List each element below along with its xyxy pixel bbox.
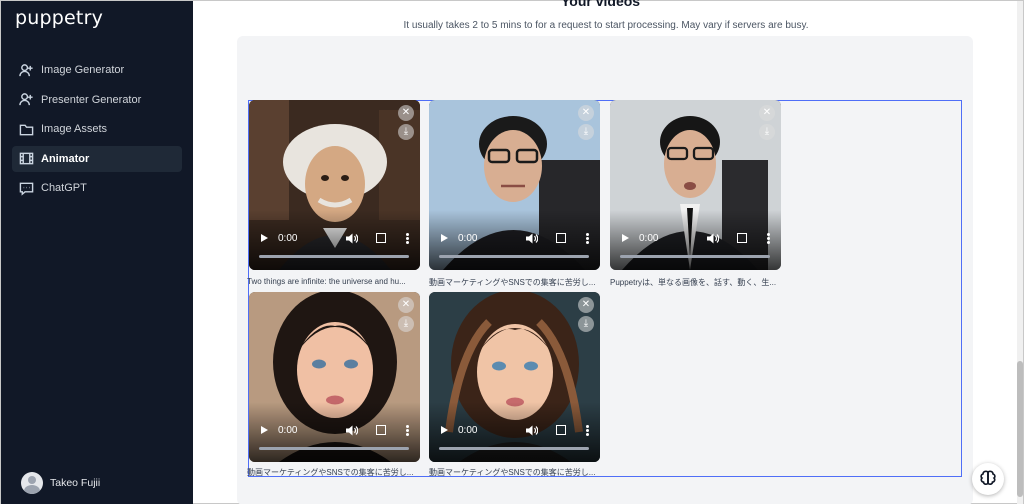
- video-time: 0:00: [458, 232, 478, 244]
- app-logo[interactable]: puppetry: [15, 7, 103, 29]
- video-controls: 0:00: [257, 423, 412, 437]
- video-time: 0:00: [278, 232, 298, 244]
- video-caption: Puppetryは、単なる画像を、話す、動く、生...: [610, 278, 777, 287]
- video-card[interactable]: ✕ ⤓ 0:00: [249, 292, 420, 462]
- video-caption: Two things are infinite: the universe an…: [247, 277, 406, 286]
- more-options-icon[interactable]: [586, 232, 589, 244]
- video-time: 0:00: [278, 424, 298, 436]
- sidebar-item-label: Image Generator: [41, 64, 125, 76]
- user-plus-icon: [18, 92, 34, 108]
- sidebar-item-label: Presenter Generator: [41, 93, 142, 106]
- sidebar-item-chatgpt[interactable]: ChatGPT: [12, 175, 182, 201]
- play-icon[interactable]: [441, 426, 448, 434]
- avatar: [21, 472, 43, 494]
- page-title: Your videos: [561, 0, 641, 9]
- fullscreen-icon[interactable]: [556, 233, 566, 243]
- close-icon[interactable]: ✕: [398, 297, 414, 313]
- video-caption: 動画マーケティングやSNSでの集客に苦労し...: [429, 278, 596, 287]
- download-icon[interactable]: ⤓: [578, 316, 594, 332]
- video-time: 0:00: [458, 424, 478, 436]
- film-icon: [18, 151, 34, 167]
- download-icon[interactable]: ⤓: [578, 124, 594, 140]
- fullscreen-icon[interactable]: [376, 233, 386, 243]
- sidebar-item-image-assets[interactable]: Image Assets: [12, 116, 182, 142]
- progress-bar[interactable]: [439, 255, 589, 258]
- video-card[interactable]: ✕ ⤓ 0:00: [610, 100, 781, 270]
- download-icon[interactable]: ⤓: [398, 124, 414, 140]
- more-options-icon[interactable]: [586, 424, 589, 436]
- scrollbar-thumb[interactable]: [1017, 361, 1023, 497]
- processing-notice: It usually takes 2 to 5 mins to for a re…: [403, 20, 809, 31]
- video-controls: 0:00: [257, 231, 412, 245]
- close-icon[interactable]: ✕: [759, 105, 775, 121]
- video-controls: 0:00: [618, 231, 773, 245]
- progress-bar[interactable]: [259, 255, 409, 258]
- sidebar: puppetry Image Generator Presenter Gener…: [1, 1, 193, 504]
- video-controls: 0:00: [437, 231, 592, 245]
- video-time: 0:00: [639, 232, 659, 244]
- video-card[interactable]: ✕ ⤓ 0:00: [429, 100, 600, 270]
- more-options-icon[interactable]: [406, 424, 409, 436]
- progress-bar[interactable]: [259, 447, 409, 450]
- sidebar-item-label: Image Assets: [41, 123, 108, 135]
- sidebar-nav: Image Generator Presenter Generator Imag…: [12, 57, 182, 205]
- close-icon[interactable]: ✕: [398, 105, 414, 121]
- download-icon[interactable]: ⤓: [759, 124, 775, 140]
- video-caption: 動画マーケティングやSNSでの集客に苦労し...: [429, 468, 596, 477]
- close-icon[interactable]: ✕: [578, 105, 594, 121]
- download-icon[interactable]: ⤓: [398, 316, 414, 332]
- chat-icon: [18, 180, 34, 196]
- user-profile[interactable]: Takeo Fujii: [21, 472, 100, 494]
- sidebar-item-animator[interactable]: Animator: [12, 145, 182, 172]
- play-icon[interactable]: [261, 426, 268, 434]
- assistant-button[interactable]: [972, 463, 1004, 495]
- folder-icon: [18, 121, 34, 137]
- volume-icon[interactable]: [346, 233, 358, 244]
- video-caption: 動画マーケティングやSNSでの集客に苦労し...: [247, 468, 414, 477]
- fullscreen-icon[interactable]: [376, 425, 386, 435]
- user-plus-icon: [18, 62, 34, 78]
- video-controls: 0:00: [437, 423, 592, 437]
- more-options-icon[interactable]: [767, 232, 770, 244]
- close-icon[interactable]: ✕: [578, 297, 594, 313]
- fullscreen-icon[interactable]: [737, 233, 747, 243]
- user-name: Takeo Fujii: [50, 477, 101, 489]
- sidebar-item-label: Animator: [41, 152, 90, 165]
- video-card[interactable]: ✕ ⤓ 0:00: [249, 100, 420, 270]
- sidebar-item-label: ChatGPT: [41, 182, 87, 194]
- more-options-icon[interactable]: [406, 232, 409, 244]
- sidebar-item-presenter-generator[interactable]: Presenter Generator: [12, 87, 182, 113]
- sidebar-item-image-generator[interactable]: Image Generator: [12, 57, 182, 83]
- video-card[interactable]: ✕ ⤓ 0:00: [429, 292, 600, 462]
- volume-icon[interactable]: [526, 425, 538, 436]
- fullscreen-icon[interactable]: [556, 425, 566, 435]
- app-logo-text: puppetry: [15, 7, 104, 29]
- volume-icon[interactable]: [346, 425, 358, 436]
- volume-icon[interactable]: [526, 233, 538, 244]
- brain-icon: [980, 470, 996, 486]
- play-icon[interactable]: [441, 234, 448, 242]
- play-icon[interactable]: [261, 234, 268, 242]
- progress-bar[interactable]: [620, 255, 770, 258]
- play-icon[interactable]: [622, 234, 629, 242]
- progress-bar[interactable]: [439, 447, 589, 450]
- volume-icon[interactable]: [707, 233, 719, 244]
